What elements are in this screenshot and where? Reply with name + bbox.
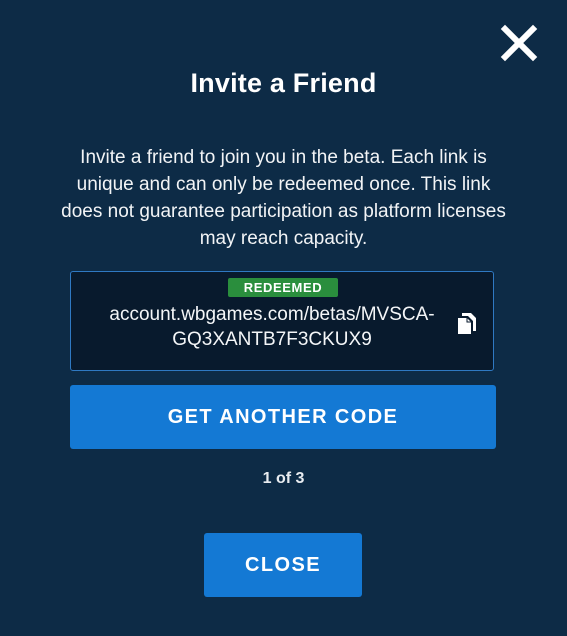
invite-friend-modal: Invite a Friend Invite a friend to join … — [0, 0, 567, 636]
close-button[interactable]: CLOSE — [204, 533, 362, 597]
close-x-icon[interactable] — [498, 22, 540, 64]
redeemed-status-badge: REDEEMED — [228, 278, 338, 297]
invite-link-line-1: account.wbgames.com/betas/MVSCA- — [109, 304, 435, 325]
get-another-code-button[interactable]: GET ANOTHER CODE — [70, 385, 496, 449]
modal-description: Invite a friend to join you in the beta.… — [61, 147, 506, 249]
invite-link-line-2: GQ3XANTB7F3CKUX9 — [172, 329, 372, 350]
invite-link-box: REDEEMED account.wbgames.com/betas/MVSCA… — [70, 271, 494, 371]
modal-title: Invite a Friend — [190, 68, 377, 98]
invite-link-text[interactable]: account.wbgames.com/betas/MVSCA- GQ3XANT… — [91, 302, 453, 352]
copy-icon[interactable] — [455, 312, 477, 336]
page-counter: 1 of 3 — [262, 470, 305, 487]
